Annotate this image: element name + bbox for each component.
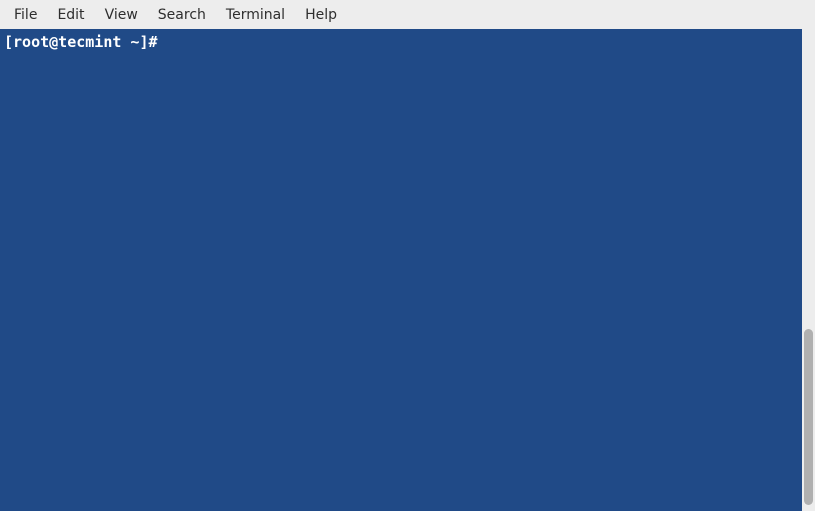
menu-view[interactable]: View <box>95 3 148 27</box>
terminal-window: File Edit View Search Terminal Help [roo… <box>0 0 815 511</box>
menu-search[interactable]: Search <box>148 3 216 27</box>
terminal-area: [root@tecmint ~]# <box>0 29 815 511</box>
menu-edit[interactable]: Edit <box>47 3 94 27</box>
vertical-scrollbar[interactable] <box>802 29 815 511</box>
terminal-viewport[interactable]: [root@tecmint ~]# <box>0 29 802 511</box>
menu-file[interactable]: File <box>4 3 47 27</box>
menu-terminal[interactable]: Terminal <box>216 3 295 27</box>
menubar: File Edit View Search Terminal Help <box>0 0 815 29</box>
scrollbar-thumb[interactable] <box>804 329 813 505</box>
shell-prompt: [root@tecmint ~]# <box>4 33 167 51</box>
menu-help[interactable]: Help <box>295 3 347 27</box>
